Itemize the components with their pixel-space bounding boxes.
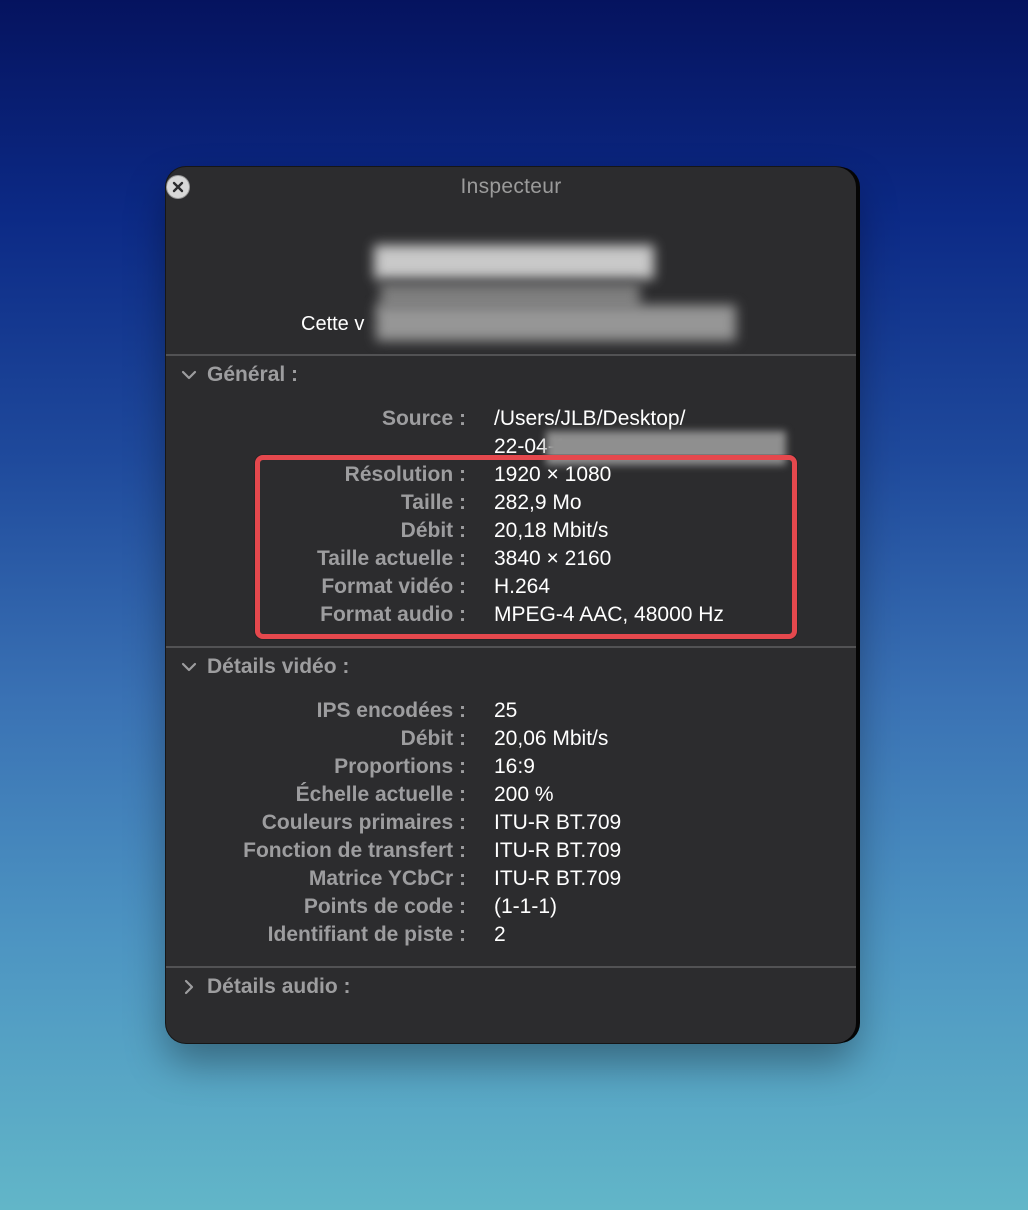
section-audio-title: Détails audio : — [207, 975, 351, 998]
video-bitrate-label: Débit : — [400, 727, 466, 750]
row-code-points: Points de code : (1-1-1) — [166, 895, 856, 923]
row-ycbcr-matrix: Matrice YCbCr : ITU-R BT.709 — [166, 867, 856, 895]
file-description: Cette v — [301, 313, 365, 335]
row-video-bitrate: Débit : 20,06 Mbit/s — [166, 727, 856, 755]
current-scale-value: 200 % — [494, 783, 554, 806]
track-id-value: 2 — [494, 923, 506, 946]
row-color-primaries: Couleurs primaires : ITU-R BT.709 — [166, 811, 856, 839]
track-id-label: Identifiant de piste : — [267, 923, 466, 946]
chevron-right-icon — [184, 979, 194, 995]
ycbcr-matrix-value: ITU-R BT.709 — [494, 867, 622, 890]
section-general-toggle[interactable]: Général : — [180, 363, 298, 387]
section-audio-toggle[interactable]: Détails audio : — [180, 975, 351, 999]
transfer-function-value: ITU-R BT.709 — [494, 839, 622, 862]
row-track-id: Identifiant de piste : 2 — [166, 923, 856, 951]
source-value: /Users/JLB/Desktop/ — [494, 407, 686, 430]
code-points-label: Points de code : — [303, 895, 466, 918]
encoded-fps-label: IPS encodées : — [316, 699, 466, 722]
row-encoded-fps: IPS encodées : 25 — [166, 699, 856, 727]
aspect-ratio-label: Proportions : — [334, 755, 466, 778]
transfer-function-label: Fonction de transfert : — [243, 839, 466, 862]
section-general-title: Général : — [207, 363, 299, 386]
chevron-down-icon — [181, 370, 197, 380]
separator — [166, 646, 856, 648]
video-bitrate-value: 20,06 Mbit/s — [494, 727, 609, 750]
source-label: Source : — [381, 407, 466, 430]
row-aspect-ratio: Proportions : 16:9 — [166, 755, 856, 783]
redacted-filename — [374, 245, 654, 279]
highlight-annotation-box — [255, 455, 797, 639]
inspector-window: Inspecteur Cette v Général : Source : /U… — [166, 167, 856, 1043]
section-video-title: Détails vidéo : — [207, 655, 350, 678]
separator — [166, 354, 856, 356]
color-primaries-value: ITU-R BT.709 — [494, 811, 622, 834]
ycbcr-matrix-label: Matrice YCbCr : — [308, 867, 466, 890]
redacted-description — [376, 305, 736, 341]
color-primaries-label: Couleurs primaires : — [261, 811, 466, 834]
aspect-ratio-value: 16:9 — [494, 755, 535, 778]
row-current-scale: Échelle actuelle : 200 % — [166, 783, 856, 811]
section-video-toggle[interactable]: Détails vidéo : — [180, 655, 349, 679]
separator — [166, 966, 856, 968]
current-scale-label: Échelle actuelle : — [295, 783, 466, 806]
encoded-fps-value: 25 — [494, 699, 518, 722]
row-transfer-function: Fonction de transfert : ITU-R BT.709 — [166, 839, 856, 867]
code-points-value: (1-1-1) — [494, 895, 558, 918]
chevron-down-icon — [181, 662, 197, 672]
window-title: Inspecteur — [460, 175, 562, 198]
